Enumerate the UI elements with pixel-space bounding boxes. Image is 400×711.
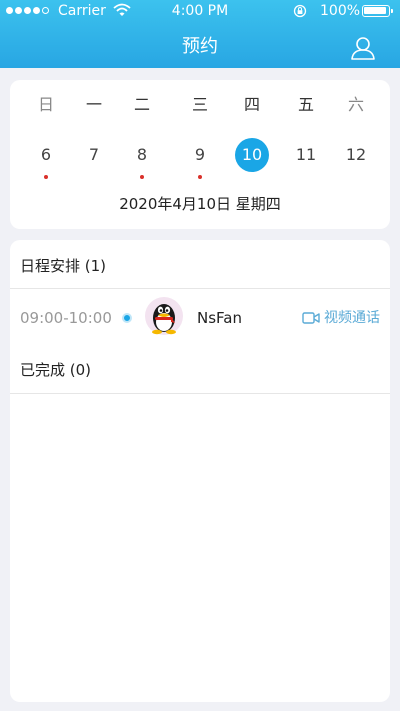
battery-percent: 100% (320, 3, 361, 19)
contact-name: NsFan (197, 309, 242, 327)
date-number: 9 (194, 145, 206, 164)
weekday-mon: 一 (85, 95, 102, 114)
date-cell-8[interactable]: 8 (122, 138, 162, 179)
date-number: 11 (295, 145, 317, 164)
video-call-label: 视频通话 (324, 310, 380, 326)
date-number: 10 (241, 145, 263, 164)
weekday-sat: 六 (347, 95, 364, 114)
video-call-button[interactable]: 视频通话 (302, 307, 380, 329)
video-camera-icon (302, 312, 320, 324)
weekday-wed: 三 (191, 95, 208, 114)
app-header: Carrier 4:00 PM 100% 预约 (0, 0, 400, 68)
date-number: 7 (88, 145, 100, 164)
weekday-tue: 二 (133, 95, 150, 114)
date-cell-9[interactable]: 9 (180, 138, 220, 179)
timeline-dot (122, 313, 132, 323)
event-dot (140, 175, 144, 179)
weekday-sun: 日 (37, 95, 54, 114)
weekday-thu: 四 (243, 95, 260, 114)
rotation-lock-icon (293, 4, 307, 18)
appointment-time: 09:00-10:00 (20, 309, 112, 327)
page-title: 预约 (182, 36, 218, 57)
date-number: 6 (40, 145, 52, 164)
event-dot (198, 175, 202, 179)
date-cell-10-selected[interactable]: 10 (232, 138, 272, 172)
date-number: 8 (136, 145, 148, 164)
date-number: 12 (345, 145, 367, 164)
date-cell-12[interactable]: 12 (336, 138, 376, 172)
selected-date-label: 2020年4月10日 星期四 (119, 195, 281, 213)
weekday-row: 日 一 二 三 四 五 六 (10, 94, 390, 116)
user-icon[interactable] (350, 35, 376, 61)
date-cell-11[interactable]: 11 (286, 138, 326, 172)
schedule-section-title: 日程安排 (1) (20, 257, 107, 275)
battery-icon (362, 5, 393, 17)
divider (10, 288, 390, 289)
schedule-card: 日程安排 (1) 09:00-10:00 NsFan 视频通话 已完成 (0) (10, 240, 390, 702)
date-row: 6 7 8 9 10 11 12 (10, 138, 390, 179)
date-cell-7[interactable]: 7 (74, 138, 114, 172)
event-dot (44, 175, 48, 179)
divider (10, 393, 390, 394)
calendar-card: 日 一 二 三 四 五 六 6 7 8 9 10 11 12 2020年4月10… (10, 80, 390, 229)
completed-section-title: 已完成 (0) (20, 361, 92, 379)
date-cell-6[interactable]: 6 (26, 138, 66, 179)
weekday-fri: 五 (297, 95, 314, 114)
avatar (145, 297, 183, 335)
status-bar: Carrier 4:00 PM 100% (0, 0, 400, 22)
